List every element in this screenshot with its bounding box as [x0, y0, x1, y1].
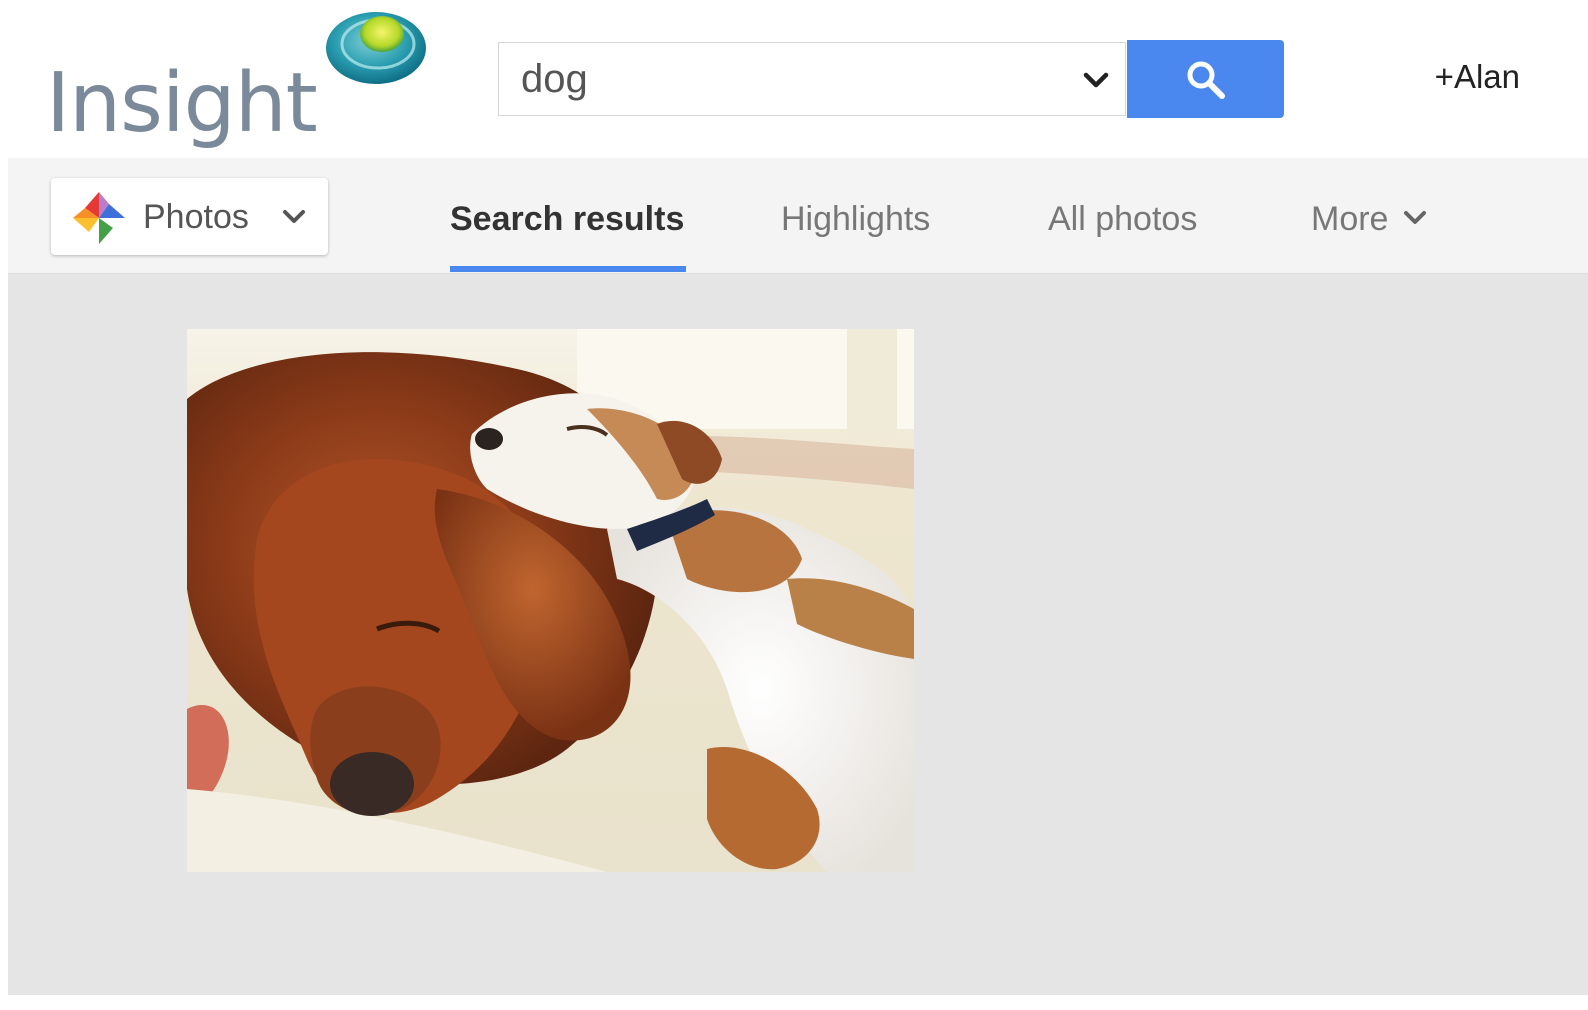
product-menu-label: Photos — [143, 198, 249, 236]
product-menu-button[interactable]: Photos — [51, 178, 328, 255]
chevron-down-icon[interactable] — [1081, 67, 1111, 93]
tab-bar: Photos Search results Highlights All pho… — [8, 158, 1588, 274]
pinwheel-icon — [73, 192, 125, 244]
search-icon — [1187, 61, 1225, 99]
photo-thumbnail[interactable] — [187, 329, 914, 872]
logo-text: Insight — [46, 56, 318, 151]
left-gutter — [0, 158, 8, 995]
bottom-edge — [0, 995, 1588, 1010]
tab-more-label: More — [1311, 200, 1389, 238]
active-tab-indicator — [450, 266, 686, 272]
tab-search-results[interactable]: Search results — [450, 200, 684, 239]
search-box — [498, 42, 1126, 116]
chevron-down-icon — [1404, 211, 1427, 225]
tab-highlights[interactable]: Highlights — [781, 200, 930, 239]
dog-photo-image — [187, 329, 914, 872]
chevron-down-icon — [283, 210, 305, 223]
search-input[interactable] — [499, 43, 1069, 115]
tab-all-photos[interactable]: All photos — [1048, 200, 1197, 239]
header: Insight dog +Alan — [0, 0, 1588, 158]
user-profile-link[interactable]: +Alan — [1435, 58, 1520, 96]
results-area — [8, 274, 1588, 995]
insight-logo[interactable]: Insight — [46, 6, 436, 158]
tab-more[interactable]: More — [1311, 200, 1428, 239]
teal-orb-icon — [326, 12, 426, 84]
search-button[interactable] — [1127, 40, 1284, 118]
